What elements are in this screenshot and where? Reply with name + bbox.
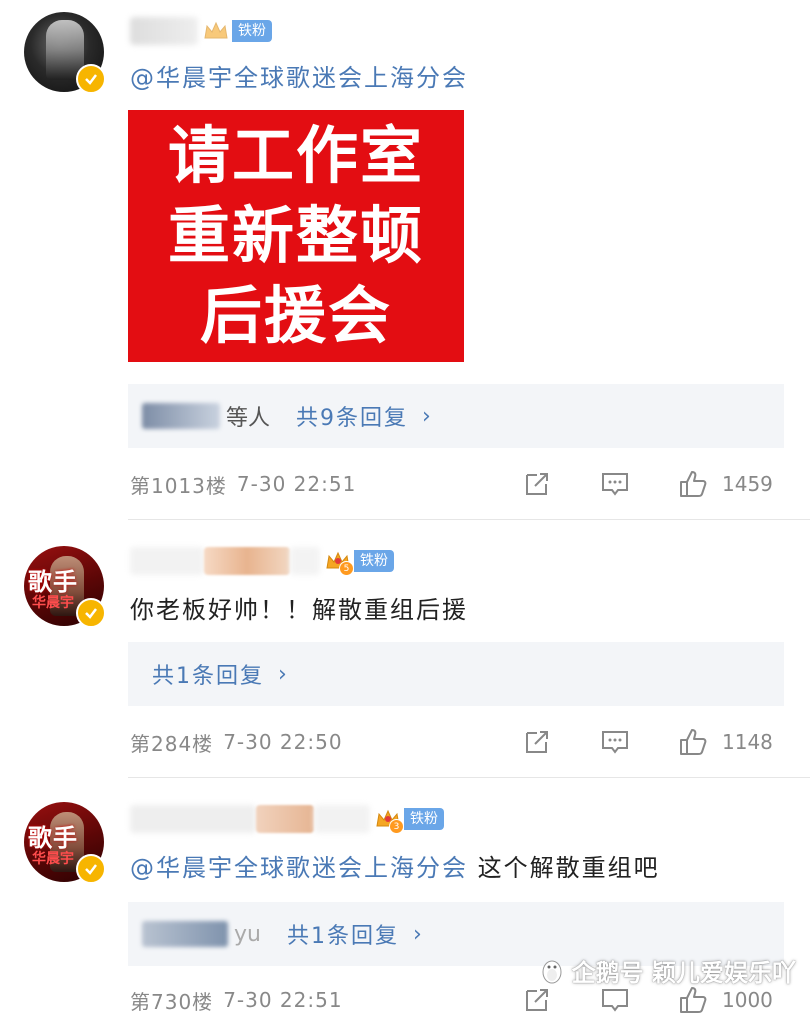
watermark-text: 企鹅号 颖儿爱娱乐吖 xyxy=(571,959,796,987)
floor-number: 第284楼 xyxy=(130,731,214,756)
fan-badge: 铁粉 xyxy=(232,20,272,42)
comment-actions: 1459 xyxy=(520,466,790,502)
floor-number: 第730楼 xyxy=(130,989,214,1014)
crown-icon xyxy=(202,18,230,44)
username[interactable]: 5 铁粉 xyxy=(130,546,394,576)
comment-icon[interactable] xyxy=(598,467,632,501)
comment-text: @华晨宇全球歌迷会上海分会 这个解散重组吧 xyxy=(130,848,660,883)
crown-icon: 5 xyxy=(324,548,354,576)
comment-meta: 第284楼 7-30 22:50 xyxy=(130,726,343,758)
fan-badge: 铁粉 xyxy=(354,550,394,572)
reply-preview[interactable]: 共1条回复 › xyxy=(128,642,784,706)
reply-count-link[interactable]: 共1条回复 xyxy=(152,658,264,690)
watermark: 企鹅号 颖儿爱娱乐吖 xyxy=(538,953,796,988)
verified-icon xyxy=(76,64,106,94)
avatar[interactable] xyxy=(24,12,106,94)
verified-icon xyxy=(76,854,106,884)
divider xyxy=(128,519,810,520)
mention-link[interactable]: @华晨宇全球歌迷会上海分会 xyxy=(130,854,468,882)
timestamp: 7-30 22:51 xyxy=(236,472,357,496)
comment-text: 你老板好帅！！解散重组后援 xyxy=(130,596,468,624)
chevron-right-icon: › xyxy=(278,661,287,687)
timestamp: 7-30 22:51 xyxy=(223,988,343,1012)
reply-preview[interactable]: 等人 共9条回复 › xyxy=(128,384,784,448)
username[interactable]: 3 铁粉 xyxy=(130,804,444,834)
reply-users: 等人 xyxy=(226,406,271,431)
crown-icon: 3 xyxy=(374,806,404,834)
share-icon[interactable] xyxy=(520,467,554,501)
comment-text: @华晨宇全球歌迷会上海分会 xyxy=(130,58,468,93)
like-count: 1000 xyxy=(722,988,773,1012)
like-icon[interactable] xyxy=(676,725,710,759)
like-icon[interactable] xyxy=(676,983,710,1017)
verified-icon xyxy=(76,598,106,628)
image-line: 请工作室 xyxy=(167,119,424,192)
crown-level: 5 xyxy=(339,561,354,576)
comment-image[interactable]: 请工作室 重新整顿 后援会 xyxy=(128,110,464,362)
share-icon[interactable] xyxy=(520,725,554,759)
like-icon[interactable] xyxy=(676,467,710,501)
username[interactable]: 铁粉 xyxy=(130,16,272,46)
avatar[interactable]: 歌手 华晨宇 xyxy=(24,802,106,884)
mention-link[interactable]: @华晨宇全球歌迷会上海分会 xyxy=(130,64,468,92)
floor-number: 第1013楼 xyxy=(130,473,227,498)
penguin-icon xyxy=(542,960,562,983)
avatar-mark-2: 华晨宇 xyxy=(32,595,74,611)
reply-count-link[interactable]: 共1条回复 xyxy=(287,918,399,950)
chevron-right-icon: › xyxy=(412,921,422,947)
comment-icon[interactable] xyxy=(598,725,632,759)
comment-actions: 1148 xyxy=(520,724,790,760)
image-line: 后援会 xyxy=(199,279,392,352)
comment-meta: 第730楼 7-30 22:51 xyxy=(130,984,343,1016)
image-line: 重新整顿 xyxy=(167,199,424,272)
share-icon[interactable] xyxy=(520,983,554,1017)
comment-meta: 第1013楼 7-30 22:51 xyxy=(130,468,356,500)
avatar[interactable]: 歌手 华晨宇 xyxy=(24,546,106,628)
comment-icon[interactable] xyxy=(598,983,632,1017)
avatar-mark-2: 华晨宇 xyxy=(32,851,74,867)
chevron-right-icon: › xyxy=(422,403,431,429)
timestamp: 7-30 22:50 xyxy=(223,730,343,754)
fan-badge: 铁粉 xyxy=(404,808,444,830)
divider xyxy=(128,777,810,778)
like-count: 1148 xyxy=(722,730,773,754)
crown-level: 3 xyxy=(389,819,404,834)
like-count: 1459 xyxy=(722,472,773,496)
reply-users: yu xyxy=(234,921,261,947)
reply-count-link[interactable]: 共9条回复 xyxy=(296,400,408,432)
comment-body: 这个解散重组吧 xyxy=(468,854,660,882)
